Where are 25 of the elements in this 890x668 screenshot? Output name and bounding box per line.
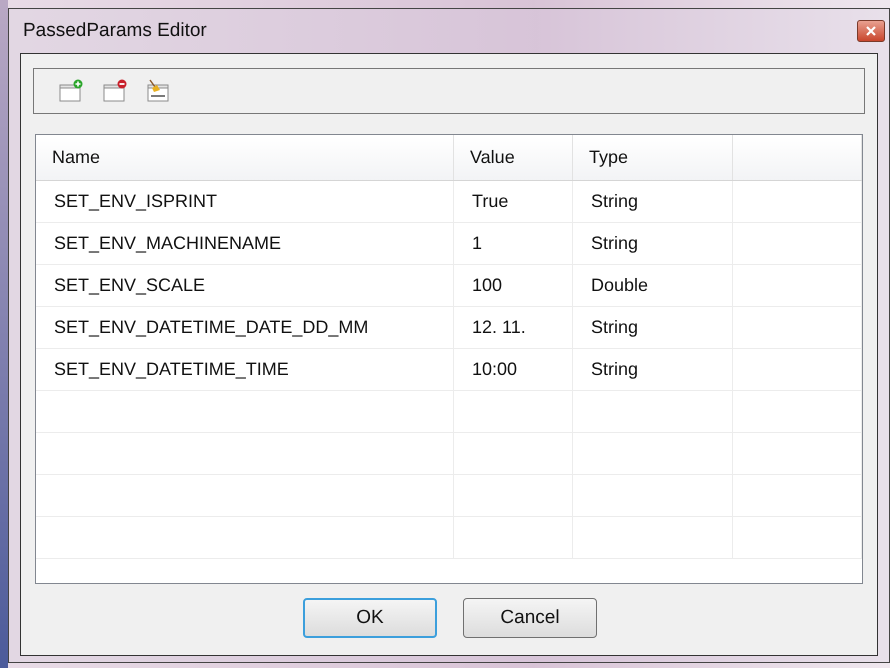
table-cell: SET_ENV_DATETIME_DATE_DD_MM xyxy=(36,307,454,348)
table-cell: 10:00 xyxy=(454,349,573,390)
table-cell: SET_ENV_ISPRINT xyxy=(36,181,454,222)
column-header[interactable]: Name xyxy=(36,135,454,180)
table-cell: SET_ENV_MACHINENAME xyxy=(36,223,454,264)
table-cell: SET_ENV_DATETIME_TIME xyxy=(36,349,454,390)
column-header[interactable]: Type xyxy=(573,135,733,180)
window-title: PassedParams Editor xyxy=(23,18,207,43)
table-cell: 100 xyxy=(454,265,573,306)
column-header[interactable]: Value xyxy=(454,135,573,180)
table-cell: True xyxy=(454,181,573,222)
table-cell: String xyxy=(573,349,733,390)
table-cell: 1 xyxy=(454,223,573,264)
dialog-button[interactable]: Cancel xyxy=(463,598,597,638)
table-cell: String xyxy=(573,181,733,222)
table-cell: Double xyxy=(573,265,733,306)
add-row-icon xyxy=(58,79,84,103)
dialog-button[interactable]: OK xyxy=(303,598,437,638)
table-cell: String xyxy=(573,223,733,264)
table-cell: SET_ENV_SCALE xyxy=(36,265,454,306)
table-cell: String xyxy=(573,307,733,348)
table-cell: 12. 11. xyxy=(454,307,573,348)
close-button[interactable] xyxy=(857,20,885,42)
close-icon xyxy=(866,26,876,36)
remove-row-icon xyxy=(102,79,128,103)
